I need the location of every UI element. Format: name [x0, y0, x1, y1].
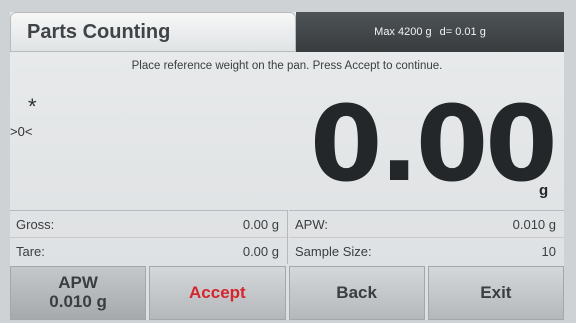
- page-title: Parts Counting: [27, 21, 171, 43]
- button-bar: APW 0.010 g Accept Back Exit: [10, 266, 564, 320]
- info-panel-left: Gross: 0.00 g Tare: 0.00 g: [10, 210, 288, 264]
- scale-screen: Parts Counting Max 4200 g d= 0.01 g Plac…: [10, 12, 564, 320]
- back-button[interactable]: Back: [288, 266, 425, 320]
- stable-indicator: *: [28, 94, 37, 119]
- gross-value: 0.00 g: [242, 216, 279, 232]
- sample-size-row: Sample Size: 10: [289, 238, 564, 264]
- exit-button[interactable]: Exit: [427, 266, 564, 320]
- apw-button-title: APW: [58, 273, 98, 293]
- accept-button[interactable]: Accept: [149, 266, 286, 320]
- weight-unit: g: [539, 182, 549, 199]
- exit-button-label: Exit: [480, 283, 512, 302]
- tare-value: 0.00 g: [242, 243, 279, 259]
- capacity-bar: Max 4200 g d= 0.01 g: [296, 12, 564, 52]
- center-of-zero-indicator: >0<: [10, 124, 33, 139]
- sample-size-label: Sample Size:: [295, 243, 372, 259]
- apw-label: APW:: [295, 216, 328, 232]
- back-button-label: Back: [336, 283, 377, 302]
- apw-value: 0.010 g: [512, 216, 556, 232]
- apw-row: APW: 0.010 g: [289, 211, 564, 238]
- weight-readout: 0.00: [310, 83, 558, 205]
- instruction-text: Place reference weight on the pan. Press…: [131, 60, 443, 72]
- tare-row: Tare: 0.00 g: [10, 238, 287, 264]
- sample-size-value: 10: [541, 243, 556, 259]
- info-panel-right: APW: 0.010 g Sample Size: 10: [289, 210, 564, 264]
- gross-row: Gross: 0.00 g: [10, 211, 287, 238]
- readability: d= 0.01 g: [439, 26, 486, 38]
- max-capacity: Max 4200 g: [374, 26, 432, 38]
- accept-button-label: Accept: [189, 283, 246, 302]
- gross-label: Gross:: [16, 216, 55, 232]
- tare-label: Tare:: [16, 243, 45, 259]
- apw-button[interactable]: APW 0.010 g: [10, 266, 147, 320]
- title-tab: Parts Counting: [10, 12, 296, 52]
- apw-button-value: 0.010 g: [49, 292, 107, 311]
